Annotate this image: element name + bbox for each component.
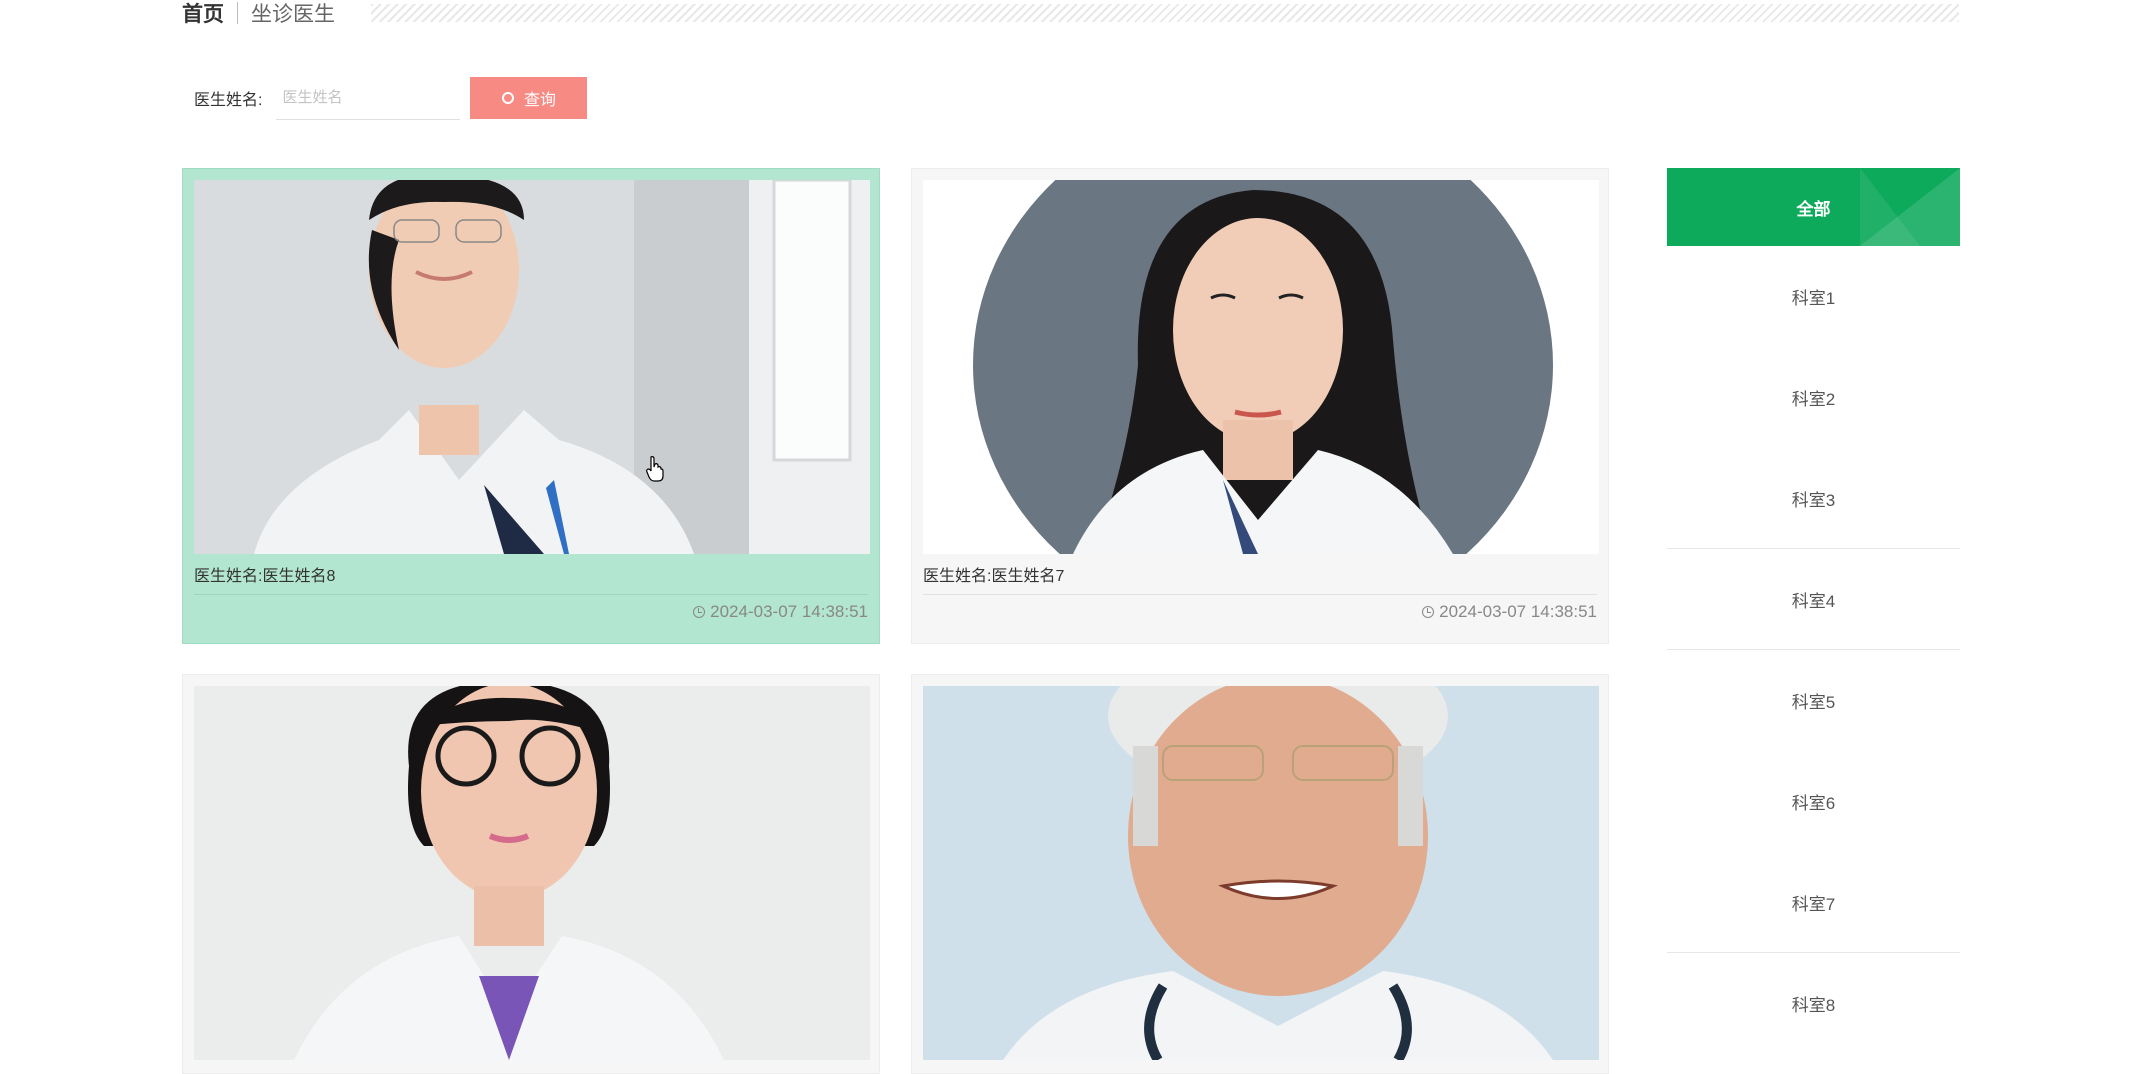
sidebar-item-all[interactable]: 全部: [1667, 168, 1960, 246]
breadcrumb-current: 坐诊医生: [251, 3, 335, 26]
doctor-card[interactable]: 医生姓名:医生姓名8 2024-03-07 14:38:51: [182, 168, 880, 644]
sidebar-item-department-7[interactable]: 科室7: [1667, 852, 1960, 953]
hand-cursor-icon: [646, 456, 664, 487]
breadcrumb-separator: [237, 2, 238, 24]
card-divider: [923, 594, 1597, 595]
sidebar-item-label: 科室4: [1791, 591, 1836, 611]
sidebar-item-label: 科室7: [1791, 894, 1836, 914]
clock-icon: [693, 606, 706, 618]
sidebar-item-department-5[interactable]: 科室5: [1667, 650, 1960, 751]
sidebar-item-label: 科室8: [1791, 996, 1836, 1015]
timestamp-text: 2024-03-07 14:38:51: [710, 602, 868, 621]
breadcrumb: 首页 坐诊医生: [182, 0, 335, 26]
search-bar: 医生姓名: 查询: [194, 76, 588, 120]
doctor-name: 医生姓名:医生姓名8: [194, 568, 336, 585]
doctor-photo[interactable]: [194, 180, 870, 554]
doctor-photo[interactable]: [194, 686, 870, 1060]
card-divider: [194, 594, 868, 595]
doctor-photo[interactable]: [923, 686, 1599, 1060]
search-icon: [501, 92, 514, 104]
title-decoration-stripe: [371, 4, 1959, 22]
search-button-label: 查询: [523, 92, 556, 109]
search-label: 医生姓名:: [194, 92, 263, 109]
sidebar-item-department-1[interactable]: 科室1: [1667, 246, 1960, 347]
doctor-name-search-input[interactable]: [276, 76, 461, 120]
sidebar-item-department-2[interactable]: 科室2: [1667, 347, 1960, 448]
sidebar-item-label: 科室5: [1791, 693, 1836, 712]
sidebar-item-label: 科室1: [1791, 289, 1836, 308]
department-sidebar: 全部 科室1 科室2 科室3 科室4 科室5 科室6 科室7 科室8: [1667, 168, 1960, 1054]
sidebar-item-label: 全部: [1796, 199, 1831, 219]
banner-decoration: [1860, 168, 1960, 246]
sidebar-item-department-3[interactable]: 科室3: [1667, 448, 1960, 549]
sidebar-item-department-4[interactable]: 科室4: [1667, 549, 1960, 650]
clock-icon: [1422, 606, 1435, 618]
doctor-card[interactable]: [182, 674, 880, 1074]
sidebar-item-label: 科室3: [1791, 490, 1836, 510]
doctor-card[interactable]: [911, 674, 1609, 1074]
card-timestamp: 2024-03-07 14:38:51: [693, 602, 868, 622]
sidebar-item-label: 科室2: [1791, 390, 1836, 409]
doctor-name: 医生姓名:医生姓名7: [923, 568, 1065, 585]
doctor-photo[interactable]: [923, 180, 1599, 554]
card-timestamp: 2024-03-07 14:38:51: [1422, 602, 1597, 622]
timestamp-text: 2024-03-07 14:38:51: [1439, 602, 1597, 621]
sidebar-item-department-6[interactable]: 科室6: [1667, 751, 1960, 852]
search-button[interactable]: 查询: [470, 77, 588, 119]
breadcrumb-home[interactable]: 首页: [182, 0, 224, 28]
sidebar-item-department-8[interactable]: 科室8: [1667, 953, 1960, 1054]
doctor-card[interactable]: 医生姓名:医生姓名7 2024-03-07 14:38:51: [911, 168, 1609, 644]
sidebar-item-label: 科室6: [1791, 794, 1836, 813]
